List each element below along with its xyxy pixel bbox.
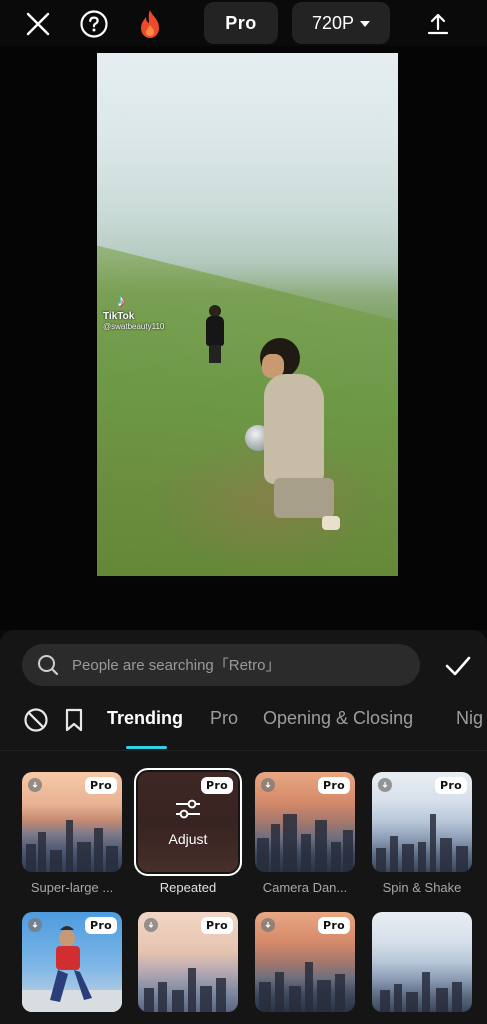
effect-thumbnail[interactable] xyxy=(372,912,472,1012)
effect-label: Spin & Shake xyxy=(382,880,462,895)
effect-card[interactable]: Pro Super-large ... xyxy=(22,772,122,895)
distant-child xyxy=(205,305,225,363)
preview-area: ♪ TikTok @swatbeauty110 xyxy=(0,46,487,654)
effect-label: Super-large ... xyxy=(30,880,114,895)
video-preview[interactable]: ♪ TikTok @swatbeauty110 xyxy=(97,53,398,576)
help-icon[interactable] xyxy=(76,6,112,42)
fog xyxy=(97,53,398,293)
effect-card-selected[interactable]: Adjust Pro Repeated xyxy=(134,768,242,895)
no-effect-icon[interactable] xyxy=(22,706,50,734)
tab-trending[interactable]: Trending xyxy=(107,708,183,729)
search-bar[interactable] xyxy=(22,644,420,686)
download-icon xyxy=(144,918,158,932)
export-icon[interactable] xyxy=(420,6,456,42)
effect-card[interactable]: Pro Camera Dan... xyxy=(255,772,355,895)
effect-thumbnail[interactable]: Pro xyxy=(372,772,472,872)
effect-card[interactable]: Pro Spin & Shake xyxy=(372,772,472,895)
tab-night[interactable]: Nig xyxy=(456,708,483,729)
download-icon xyxy=(261,918,275,932)
category-tabs: Trending Pro Opening & Closing Nig xyxy=(0,698,487,748)
skyline xyxy=(138,952,238,1012)
effect-thumbnail[interactable]: Pro xyxy=(255,912,355,1012)
skyline xyxy=(22,812,122,872)
bookmark-icon[interactable] xyxy=(60,706,88,734)
pro-badge: Pro xyxy=(85,777,117,794)
skyline xyxy=(372,812,472,872)
tiktok-icon: ♪ xyxy=(117,293,125,310)
tiktok-handle: @swatbeauty110 xyxy=(103,322,165,331)
effect-thumbnail[interactable]: Pro xyxy=(255,772,355,872)
download-icon xyxy=(261,778,275,792)
tab-pro[interactable]: Pro xyxy=(210,708,238,729)
effect-thumbnail[interactable]: Pro xyxy=(22,772,122,872)
pro-badge: Pro xyxy=(85,917,117,934)
adjust-icon xyxy=(173,798,203,825)
pro-button[interactable]: Pro xyxy=(204,2,278,44)
adjust-label: Adjust xyxy=(168,830,208,847)
search-icon xyxy=(36,653,60,677)
foreground-child xyxy=(252,338,347,538)
active-tab-indicator xyxy=(126,746,167,749)
download-icon xyxy=(28,918,42,932)
pro-label: Pro xyxy=(225,12,257,33)
effect-thumbnail[interactable]: Adjust Pro xyxy=(134,768,242,876)
effect-card[interactable] xyxy=(372,912,472,1012)
confirm-icon[interactable] xyxy=(440,648,476,684)
resolution-dropdown[interactable]: 720P xyxy=(292,2,390,44)
fire-icon[interactable] xyxy=(132,6,168,42)
close-icon[interactable] xyxy=(20,6,56,42)
effect-card[interactable]: Pro xyxy=(138,912,238,1012)
top-bar: Pro 720P xyxy=(0,0,487,46)
tiktok-name: TikTok xyxy=(103,311,135,322)
skyline xyxy=(372,952,472,1012)
effect-label: Repeated xyxy=(159,880,217,895)
effect-thumbnail[interactable]: Pro xyxy=(138,912,238,1012)
effect-label: Camera Dan... xyxy=(262,880,348,895)
effect-card[interactable]: Pro xyxy=(22,912,122,1012)
pro-badge: Pro xyxy=(201,777,233,794)
tab-opening-closing[interactable]: Opening & Closing xyxy=(263,708,413,729)
pro-badge: Pro xyxy=(318,917,350,934)
chevron-down-icon xyxy=(360,21,371,27)
search-input[interactable] xyxy=(72,656,420,674)
divider xyxy=(0,750,487,751)
tiktok-watermark: ♪ TikTok @swatbeauty110 xyxy=(103,293,164,331)
effect-card[interactable]: Pro xyxy=(255,912,355,1012)
download-icon xyxy=(28,778,42,792)
pro-badge: Pro xyxy=(435,777,467,794)
pro-badge: Pro xyxy=(201,917,233,934)
effect-thumbnail[interactable]: Pro xyxy=(22,912,122,1012)
download-icon xyxy=(378,778,392,792)
skyline xyxy=(255,952,355,1012)
skyline xyxy=(255,812,355,872)
resolution-value: 720P xyxy=(311,12,355,33)
pro-badge: Pro xyxy=(318,777,350,794)
effects-panel: Trending Pro Opening & Closing Nig Pro S… xyxy=(0,630,487,1024)
